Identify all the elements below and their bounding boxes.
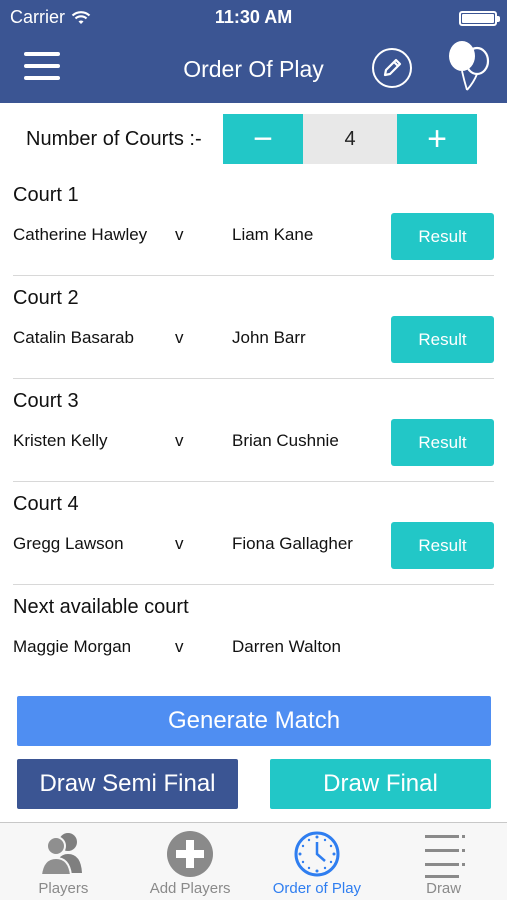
versus-label: v bbox=[175, 637, 184, 656]
player-one: Catalin Basarab bbox=[13, 328, 134, 347]
divider bbox=[13, 481, 494, 482]
tab-label: Order of Play bbox=[272, 880, 362, 897]
battery-icon bbox=[459, 11, 500, 26]
tab-draw[interactable]: Draw bbox=[380, 823, 507, 900]
player-two: Liam Kane bbox=[232, 225, 314, 244]
edit-button[interactable] bbox=[372, 48, 412, 88]
divider bbox=[13, 378, 494, 379]
player-two: Fiona Gallagher bbox=[232, 534, 353, 553]
tab-add-players[interactable]: Add Players bbox=[127, 823, 254, 900]
match-row: Maggie Morgan v Darren Walton bbox=[13, 624, 494, 672]
players-icon bbox=[40, 833, 83, 876]
tab-label: Add Players bbox=[149, 880, 231, 897]
balloons-icon bbox=[449, 41, 490, 91]
player-two: Brian Cushnie bbox=[232, 431, 339, 450]
next-court-card: Next available court Maggie Morgan v Dar… bbox=[13, 590, 494, 672]
player-two: Darren Walton bbox=[232, 637, 341, 656]
divider bbox=[13, 584, 494, 585]
draw-final-button[interactable]: Draw Final bbox=[270, 759, 491, 809]
courts-count-row: Number of Courts :- − 4 + bbox=[0, 114, 507, 164]
courts-stepper: − 4 + bbox=[223, 114, 477, 164]
pencil-icon bbox=[383, 58, 402, 77]
draw-semi-final-button[interactable]: Draw Semi Final bbox=[17, 759, 238, 809]
tab-order-of-play[interactable]: Order of Play bbox=[254, 823, 381, 900]
result-button[interactable]: Result bbox=[391, 522, 494, 569]
add-icon bbox=[167, 831, 214, 877]
player-one: Maggie Morgan bbox=[13, 637, 132, 656]
match-row: Catherine Hawley v Liam Kane Result bbox=[13, 212, 494, 260]
tab-players[interactable]: Players bbox=[0, 823, 127, 900]
celebration-button[interactable] bbox=[444, 40, 492, 94]
match-row: Kristen Kelly v Brian Cushnie Result bbox=[13, 418, 494, 466]
versus-label: v bbox=[175, 328, 184, 347]
decrease-courts-button[interactable]: − bbox=[223, 114, 303, 164]
status-time: 11:30 AM bbox=[214, 7, 293, 27]
tab-label: Draw bbox=[426, 880, 462, 897]
generate-match-button[interactable]: Generate Match bbox=[17, 696, 491, 746]
match-row: Gregg Lawson v Fiona Gallagher Result bbox=[13, 521, 494, 569]
list-icon bbox=[424, 835, 465, 878]
next-court-title: Next available court bbox=[13, 596, 189, 618]
versus-label: v bbox=[175, 534, 184, 553]
tab-bar: Players Add Players Order of Play Draw bbox=[0, 822, 507, 900]
player-two: John Barr bbox=[232, 328, 306, 347]
versus-label: v bbox=[175, 225, 184, 244]
courts-count-label: Number of Courts :- bbox=[26, 128, 202, 150]
status-bar: Carrier 11:30 AM bbox=[0, 0, 507, 36]
match-row: Catalin Basarab v John Barr Result bbox=[13, 315, 494, 363]
page-title: Order Of Play bbox=[183, 56, 324, 82]
result-button[interactable]: Result bbox=[391, 316, 494, 363]
court-title: Court 2 bbox=[13, 287, 79, 309]
versus-label: v bbox=[175, 431, 184, 450]
courts-count-value[interactable]: 4 bbox=[303, 114, 397, 164]
player-one: Catherine Hawley bbox=[13, 225, 148, 244]
player-one: Kristen Kelly bbox=[13, 431, 108, 450]
court-card: Court 1 Catherine Hawley v Liam Kane Res… bbox=[13, 178, 494, 260]
court-title: Court 3 bbox=[13, 390, 79, 412]
court-card: Court 4 Gregg Lawson v Fiona Gallagher R… bbox=[13, 487, 494, 569]
clock-icon bbox=[294, 831, 340, 877]
court-card: Court 2 Catalin Basarab v John Barr Resu… bbox=[13, 281, 494, 363]
navigation-bar: Carrier 11:30 AM Order Of Play bbox=[0, 0, 507, 103]
court-title: Court 4 bbox=[13, 493, 79, 515]
court-card: Court 3 Kristen Kelly v Brian Cushnie Re… bbox=[13, 384, 494, 466]
divider bbox=[13, 275, 494, 276]
result-button[interactable]: Result bbox=[391, 419, 494, 466]
result-button[interactable]: Result bbox=[391, 213, 494, 260]
player-one: Gregg Lawson bbox=[13, 534, 124, 553]
tab-label: Players bbox=[38, 880, 89, 897]
court-title: Court 1 bbox=[13, 184, 79, 206]
increase-courts-button[interactable]: + bbox=[397, 114, 477, 164]
